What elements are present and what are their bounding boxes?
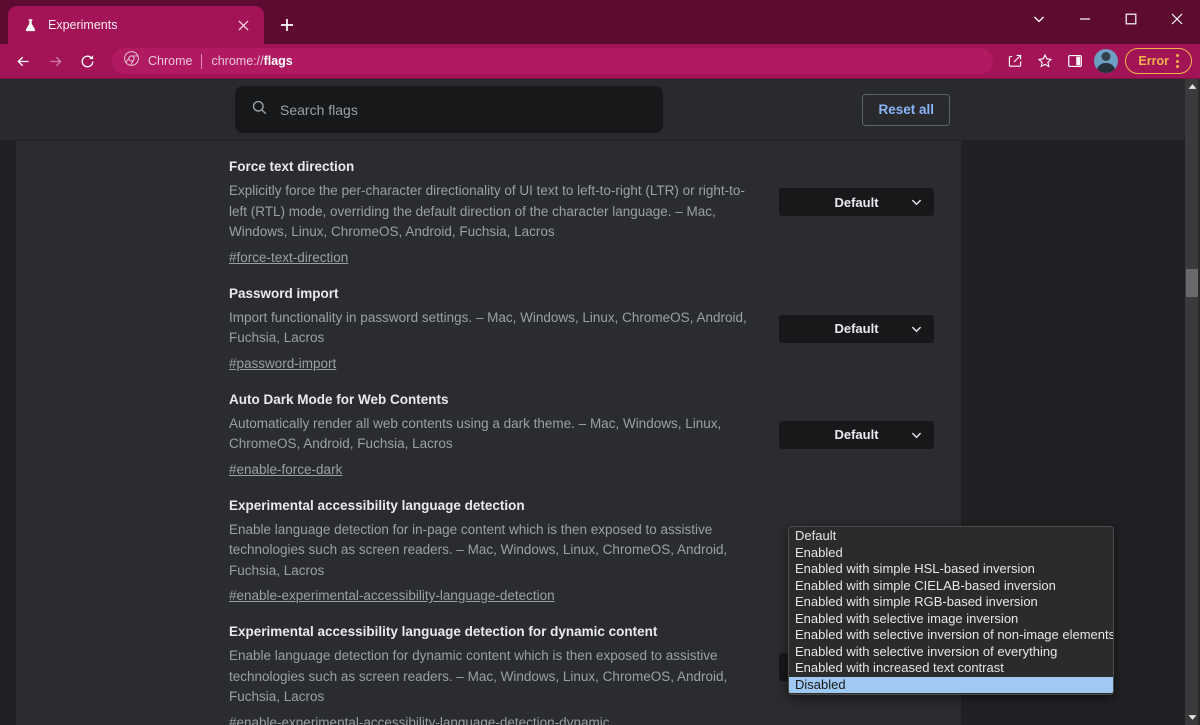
- flag-permalink[interactable]: #enable-force-dark: [229, 461, 342, 479]
- profile-avatar[interactable]: [1094, 49, 1118, 73]
- dropdown-option[interactable]: Enabled with selective inversion of ever…: [789, 644, 1113, 661]
- flag-row: Force text direction Explicitly force th…: [229, 149, 944, 276]
- flag-select[interactable]: Default: [779, 188, 934, 216]
- window-controls: [1016, 0, 1200, 38]
- flag-select-value: Default: [789, 195, 924, 210]
- omnibox-divider: [201, 54, 202, 69]
- dropdown-option[interactable]: Default: [789, 528, 1113, 545]
- side-panel-icon[interactable]: [1061, 47, 1089, 75]
- page-scrollbar[interactable]: [1185, 79, 1200, 725]
- chrome-logo-icon: [124, 51, 139, 71]
- browser-toolbar: Chrome chrome://flags Error: [0, 44, 1200, 78]
- flag-info: Force text direction Explicitly force th…: [229, 158, 769, 267]
- dropdown-option[interactable]: Enabled with selective inversion of non-…: [789, 627, 1113, 644]
- flask-icon: [22, 17, 38, 33]
- flag-select-open[interactable]: Default: [779, 421, 934, 449]
- flag-description: Automatically render all web contents us…: [229, 414, 757, 455]
- dropdown-option[interactable]: Enabled: [789, 545, 1113, 562]
- chevron-down-icon: [911, 197, 922, 208]
- reset-all-button[interactable]: Reset all: [862, 94, 950, 126]
- flag-select-value: Default: [789, 321, 924, 336]
- flag-select-value: Default: [789, 427, 924, 442]
- dropdown-option[interactable]: Enabled with selective image inversion: [789, 611, 1113, 628]
- flag-info: Auto Dark Mode for Web Contents Automati…: [229, 391, 769, 479]
- back-button[interactable]: [8, 46, 38, 76]
- flag-description: Import functionality in password setting…: [229, 308, 757, 349]
- minimize-button[interactable]: [1062, 0, 1108, 38]
- omnibox-chrome-label: Chrome: [148, 54, 192, 68]
- error-menu-button[interactable]: Error: [1125, 48, 1192, 74]
- chevron-down-icon: [911, 323, 922, 334]
- omnibox-url: chrome://flags: [211, 54, 981, 68]
- dropdown-option[interactable]: Enabled with simple CIELAB-based inversi…: [789, 578, 1113, 595]
- flag-description: Explicitly force the per-character direc…: [229, 181, 757, 243]
- flag-control: Default: [769, 158, 944, 216]
- flag-info: Experimental accessibility language dete…: [229, 623, 769, 725]
- flag-title: Auto Dark Mode for Web Contents: [229, 391, 757, 408]
- flag-select-dropdown[interactable]: DefaultEnabledEnabled with simple HSL-ba…: [788, 526, 1114, 695]
- flag-row: Password import Import functionality in …: [229, 276, 944, 382]
- new-tab-button[interactable]: [272, 10, 302, 40]
- dropdown-option[interactable]: Enabled with simple HSL-based inversion: [789, 561, 1113, 578]
- tab-experiments[interactable]: Experiments: [8, 6, 264, 44]
- flags-header-bar: Search flags Reset all: [0, 79, 1185, 140]
- search-placeholder: Search flags: [280, 102, 358, 118]
- reset-all-label: Reset all: [878, 102, 934, 117]
- flag-control: Default: [769, 285, 944, 343]
- flag-permalink[interactable]: #password-import: [229, 355, 336, 373]
- tab-title: Experiments: [48, 18, 222, 32]
- flag-title: Experimental accessibility language dete…: [229, 497, 757, 514]
- browser-window: Experiments: [0, 0, 1200, 725]
- tab-search-button[interactable]: [1016, 0, 1062, 38]
- bookmark-star-icon[interactable]: [1031, 47, 1059, 75]
- flag-control: Default: [769, 391, 944, 449]
- reload-button[interactable]: [72, 46, 102, 76]
- flag-title: Password import: [229, 285, 757, 302]
- flag-description: Enable language detection for in-page co…: [229, 520, 757, 582]
- share-icon[interactable]: [1001, 47, 1029, 75]
- dropdown-option[interactable]: Disabled: [789, 677, 1113, 694]
- tab-strip: Experiments: [0, 0, 1200, 44]
- dropdown-option[interactable]: Enabled with increased text contrast: [789, 660, 1113, 677]
- flag-description: Enable language detection for dynamic co…: [229, 646, 757, 708]
- close-tab-icon[interactable]: [232, 14, 254, 36]
- flag-title: Experimental accessibility language dete…: [229, 623, 757, 640]
- flag-title: Force text direction: [229, 158, 757, 175]
- kebab-menu-icon[interactable]: [1172, 54, 1183, 68]
- error-label: Error: [1138, 54, 1169, 68]
- search-input[interactable]: Search flags: [235, 86, 663, 133]
- flag-info: Password import Import functionality in …: [229, 285, 769, 373]
- flag-permalink[interactable]: #enable-experimental-accessibility-langu…: [229, 714, 609, 725]
- flag-permalink[interactable]: #enable-experimental-accessibility-langu…: [229, 587, 555, 605]
- flag-permalink[interactable]: #force-text-direction: [229, 249, 348, 267]
- flag-select[interactable]: Default: [779, 315, 934, 343]
- search-icon: [251, 99, 268, 121]
- flag-info: Experimental accessibility language dete…: [229, 497, 769, 606]
- dropdown-option[interactable]: Enabled with simple RGB-based inversion: [789, 594, 1113, 611]
- close-window-button[interactable]: [1154, 0, 1200, 38]
- maximize-button[interactable]: [1108, 0, 1154, 38]
- chevron-down-icon: [911, 429, 922, 440]
- page-viewport: Search flags Reset all Force text direct…: [0, 78, 1200, 725]
- address-bar[interactable]: Chrome chrome://flags: [112, 48, 993, 74]
- forward-button[interactable]: [40, 46, 70, 76]
- flag-row: Auto Dark Mode for Web Contents Automati…: [229, 382, 944, 488]
